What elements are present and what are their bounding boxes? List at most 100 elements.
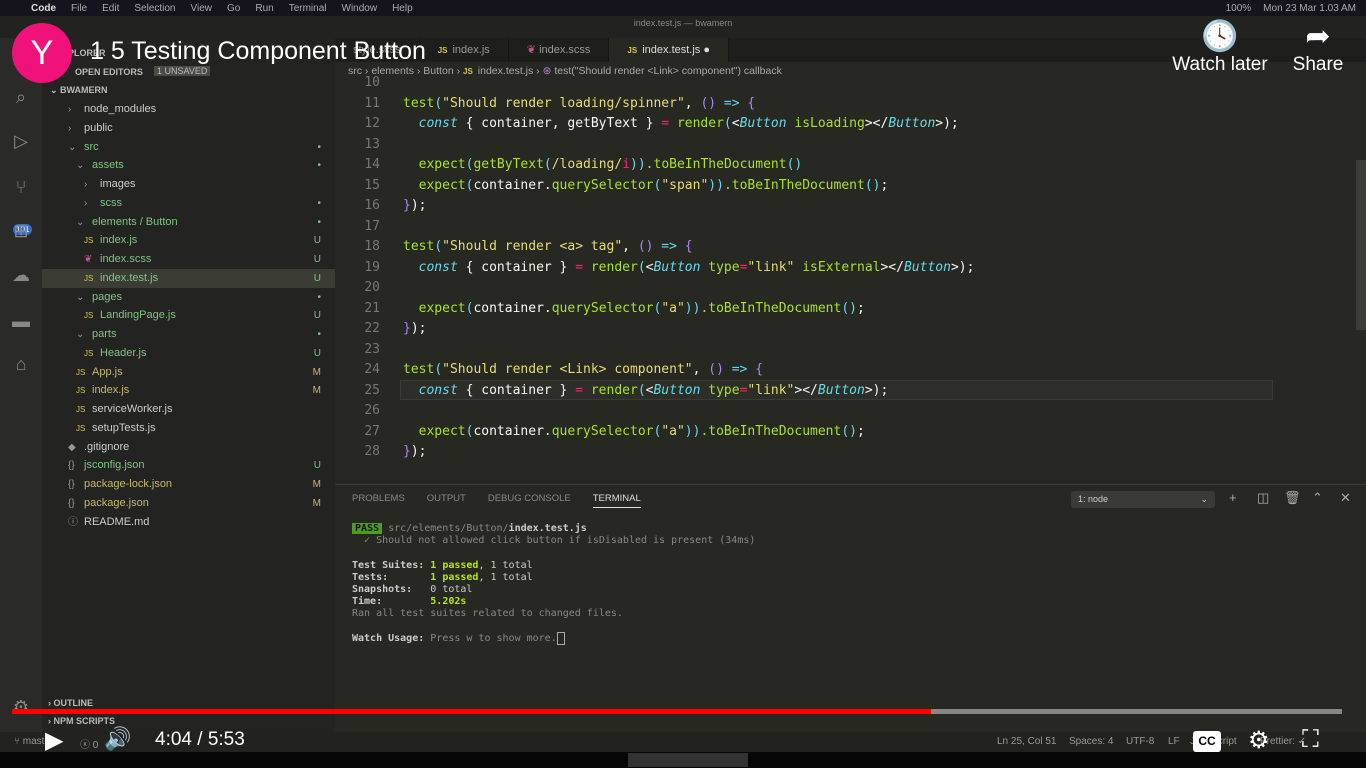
gear-icon[interactable]: ⚙ <box>10 696 32 718</box>
tree-item[interactable]: › node_modules <box>42 100 335 119</box>
tree-item[interactable]: › public <box>42 119 335 138</box>
menu-view[interactable]: View <box>191 3 213 14</box>
plus-icon[interactable]: + <box>1229 490 1237 505</box>
dock-apps[interactable] <box>628 753 748 767</box>
tab-index-test-js[interactable]: JS index.test.js ● <box>609 38 730 62</box>
tree-item[interactable]: JS App.js M <box>42 363 335 382</box>
tree-item[interactable]: ⌄ src • <box>42 138 335 157</box>
volume-icon[interactable]: 🔊 <box>104 726 131 752</box>
tab-output[interactable]: OUTPUT <box>427 493 466 508</box>
errors[interactable]: ⓧ 0 <box>80 736 98 751</box>
tree-item[interactable]: {} package-lock.json M <box>42 475 335 494</box>
crumb[interactable]: index.test.js <box>478 65 533 77</box>
source-control-icon[interactable]: ⑂ <box>10 176 32 198</box>
cloud-icon[interactable]: ☁ <box>10 264 32 286</box>
tree-item[interactable]: JS setupTests.js <box>42 419 335 438</box>
code-line[interactable]: test("Should render <a> tag", () => { <box>403 239 693 254</box>
npm-scripts-section[interactable]: › NPM SCRIPTS <box>48 716 115 726</box>
code-line[interactable]: test("Should render loading/spinner", ()… <box>403 96 755 111</box>
close-icon[interactable]: ✕ <box>1340 490 1351 506</box>
menu-code[interactable]: Code <box>31 3 56 14</box>
project-root[interactable]: ⌄ BWAMERN <box>50 85 108 96</box>
crumb[interactable]: test("Should render <Link> component") c… <box>554 65 782 77</box>
menu-edit[interactable]: Edit <box>102 3 119 14</box>
code-line[interactable]: test("Should render <Link> component", (… <box>403 362 763 377</box>
tree-item-label: index.js <box>100 234 138 247</box>
code-line[interactable]: }); <box>403 198 426 213</box>
tree-item[interactable]: JS index.test.js U <box>42 268 335 288</box>
terminal-select[interactable]: 1: node ⌄ <box>1071 491 1215 508</box>
extensions-icon[interactable]: ⊞ <box>10 220 32 242</box>
menu-help[interactable]: Help <box>392 3 413 14</box>
share-button[interactable]: ➦ Share <box>1288 20 1348 76</box>
tree-item[interactable]: › scss • <box>42 194 335 213</box>
code-line[interactable]: expect(getByText(/loading/i)).toBeInTheD… <box>403 157 803 172</box>
tree-item[interactable]: JS index.js M <box>42 381 335 400</box>
tree-item[interactable]: {} jsconfig.json U <box>42 456 335 475</box>
tab-problems[interactable]: PROBLEMS <box>352 493 405 508</box>
terminal-output[interactable]: PASS src/elements/Button/index.test.js ✓… <box>352 523 755 645</box>
menu-window[interactable]: Window <box>342 3 378 14</box>
tree-item[interactable]: ❦ index.scss U <box>42 250 335 269</box>
tree-item[interactable]: JS LandingPage.js U <box>42 306 335 325</box>
tree-item[interactable]: ⌄ parts • <box>42 325 335 344</box>
clock[interactable]: Mon 23 Mar 1.03 AM <box>1263 3 1356 14</box>
eol[interactable]: LF <box>1168 736 1180 747</box>
exit-fullscreen-icon[interactable]: ⛶ <box>1302 726 1319 754</box>
trash-icon[interactable]: 🗑 <box>1284 490 1301 506</box>
code-line[interactable]: expect(container.querySelector("a")).toB… <box>403 301 865 316</box>
tab-index-scss[interactable]: ❦ index.scss <box>509 38 610 62</box>
editor-scrollbar[interactable] <box>1356 160 1366 330</box>
open-editors-section[interactable]: OPEN EDITORS <box>75 67 143 77</box>
tab-index-js[interactable]: JS index.js <box>420 38 509 62</box>
tree-item[interactable]: JS Header.js U <box>42 344 335 363</box>
crumb[interactable]: Button <box>423 65 453 77</box>
tree-item[interactable]: ◆ .gitignore <box>42 438 335 457</box>
play-icon[interactable]: ▶ <box>45 726 63 755</box>
unsaved-dot-icon[interactable]: ● <box>703 44 710 56</box>
menu-run[interactable]: Run <box>255 3 273 14</box>
tests-total: , 1 total <box>478 571 533 583</box>
tab-terminal[interactable]: TERMINAL <box>592 493 641 508</box>
tree-item[interactable]: ⌄ elements / Button • <box>42 213 335 232</box>
channel-avatar[interactable]: Y <box>12 23 72 83</box>
code-line[interactable]: expect(container.querySelector("span")).… <box>403 178 889 193</box>
tree-item[interactable]: JS index.js U <box>42 231 335 250</box>
split-icon[interactable]: ◫ <box>1257 490 1269 506</box>
tree-item[interactable]: ⌄ pages • <box>42 288 335 307</box>
outline-section[interactable]: › OUTLINE <box>48 698 93 708</box>
code-line[interactable]: const { container } = render(<Button typ… <box>403 383 889 398</box>
menu-terminal[interactable]: Terminal <box>289 3 327 14</box>
code-line[interactable]: expect(container.querySelector("a")).toB… <box>403 424 865 439</box>
captions-icon[interactable]: CC <box>1193 731 1221 752</box>
menu-go[interactable]: Go <box>227 3 240 14</box>
debug-icon[interactable]: ▷ <box>10 130 32 152</box>
panel-tabs: PROBLEMS OUTPUT DEBUG CONSOLE TERMINAL <box>352 493 641 508</box>
code-line[interactable]: const { container, getByText } = render(… <box>403 116 959 131</box>
tree-item-label: README.md <box>84 515 150 528</box>
cursor-position[interactable]: Ln 25, Col 51 <box>997 736 1057 747</box>
tree-item[interactable]: › images <box>42 175 335 194</box>
time-value: 5.202s <box>430 596 467 608</box>
tree-item[interactable]: {} package.json M <box>42 494 335 513</box>
settings-gear-icon[interactable]: ⚙ <box>1248 726 1270 755</box>
code-line[interactable]: }); <box>403 321 426 336</box>
battery[interactable]: 100% <box>1226 3 1252 14</box>
progress-bar[interactable] <box>12 709 1342 714</box>
code-line[interactable]: }); <box>403 444 426 459</box>
tab-debug-console[interactable]: DEBUG CONSOLE <box>488 493 571 508</box>
encoding[interactable]: UTF-8 <box>1126 736 1154 747</box>
remote-icon[interactable]: ⌂ <box>10 353 32 375</box>
tree-item[interactable]: JS serviceWorker.js <box>42 400 335 419</box>
video-title[interactable]: 1 5 Testing Component Button <box>90 38 426 64</box>
menu-file[interactable]: File <box>71 3 87 14</box>
tree-item[interactable]: ⓘ README.md <box>42 513 335 532</box>
menu-selection[interactable]: Selection <box>134 3 175 14</box>
chevron-up-icon[interactable]: ⌃ <box>1312 490 1323 506</box>
docker-icon[interactable]: ▬ <box>10 310 32 332</box>
tree-item[interactable]: ⌄ assets • <box>42 156 335 175</box>
search-icon[interactable]: ⌕ <box>10 86 32 108</box>
indentation[interactable]: Spaces: 4 <box>1069 736 1113 747</box>
code-line[interactable]: const { container } = render(<Button typ… <box>403 260 975 275</box>
watch-later-button[interactable]: 🕓 Watch later <box>1165 20 1275 76</box>
